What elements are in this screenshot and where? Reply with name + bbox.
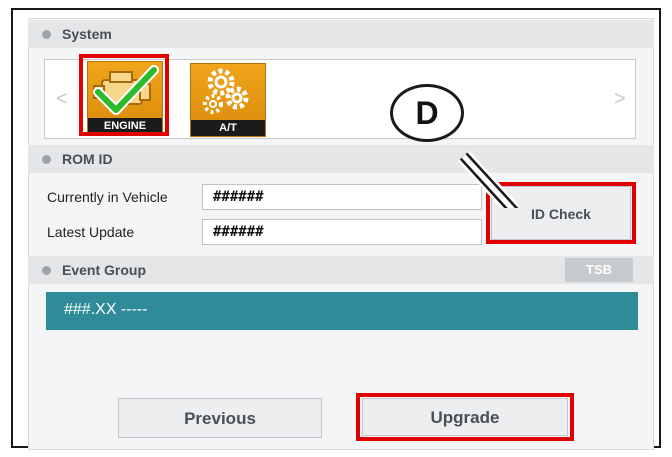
event-list-item[interactable]: ###.XX -----: [46, 292, 638, 330]
at-label: A/T: [191, 120, 265, 136]
system-section-header: System: [28, 20, 654, 48]
carousel-prev-icon[interactable]: <: [56, 88, 68, 111]
system-icon-at[interactable]: A/T: [190, 63, 266, 137]
event-group-title: Event Group: [62, 262, 147, 278]
latest-rom-field: ######: [202, 219, 482, 245]
currently-in-vehicle-label: Currently in Vehicle: [47, 189, 168, 205]
previous-button[interactable]: Previous: [118, 398, 322, 438]
callout-d: D: [390, 84, 464, 142]
bullet-icon: [42, 155, 51, 164]
gears-icon: [203, 68, 249, 114]
tsb-button[interactable]: TSB: [565, 258, 633, 282]
latest-update-label: Latest Update: [47, 224, 135, 240]
rom-id-title: ROM ID: [62, 151, 113, 167]
rom-id-section-header: ROM ID: [28, 145, 654, 173]
event-group-section-header: Event Group: [28, 256, 654, 284]
system-title: System: [62, 26, 112, 42]
upgrade-highlight: [356, 393, 574, 441]
bullet-icon: [42, 266, 51, 275]
engine-highlight: [79, 54, 169, 136]
bullet-icon: [42, 30, 51, 39]
carousel-next-icon[interactable]: >: [614, 88, 626, 111]
